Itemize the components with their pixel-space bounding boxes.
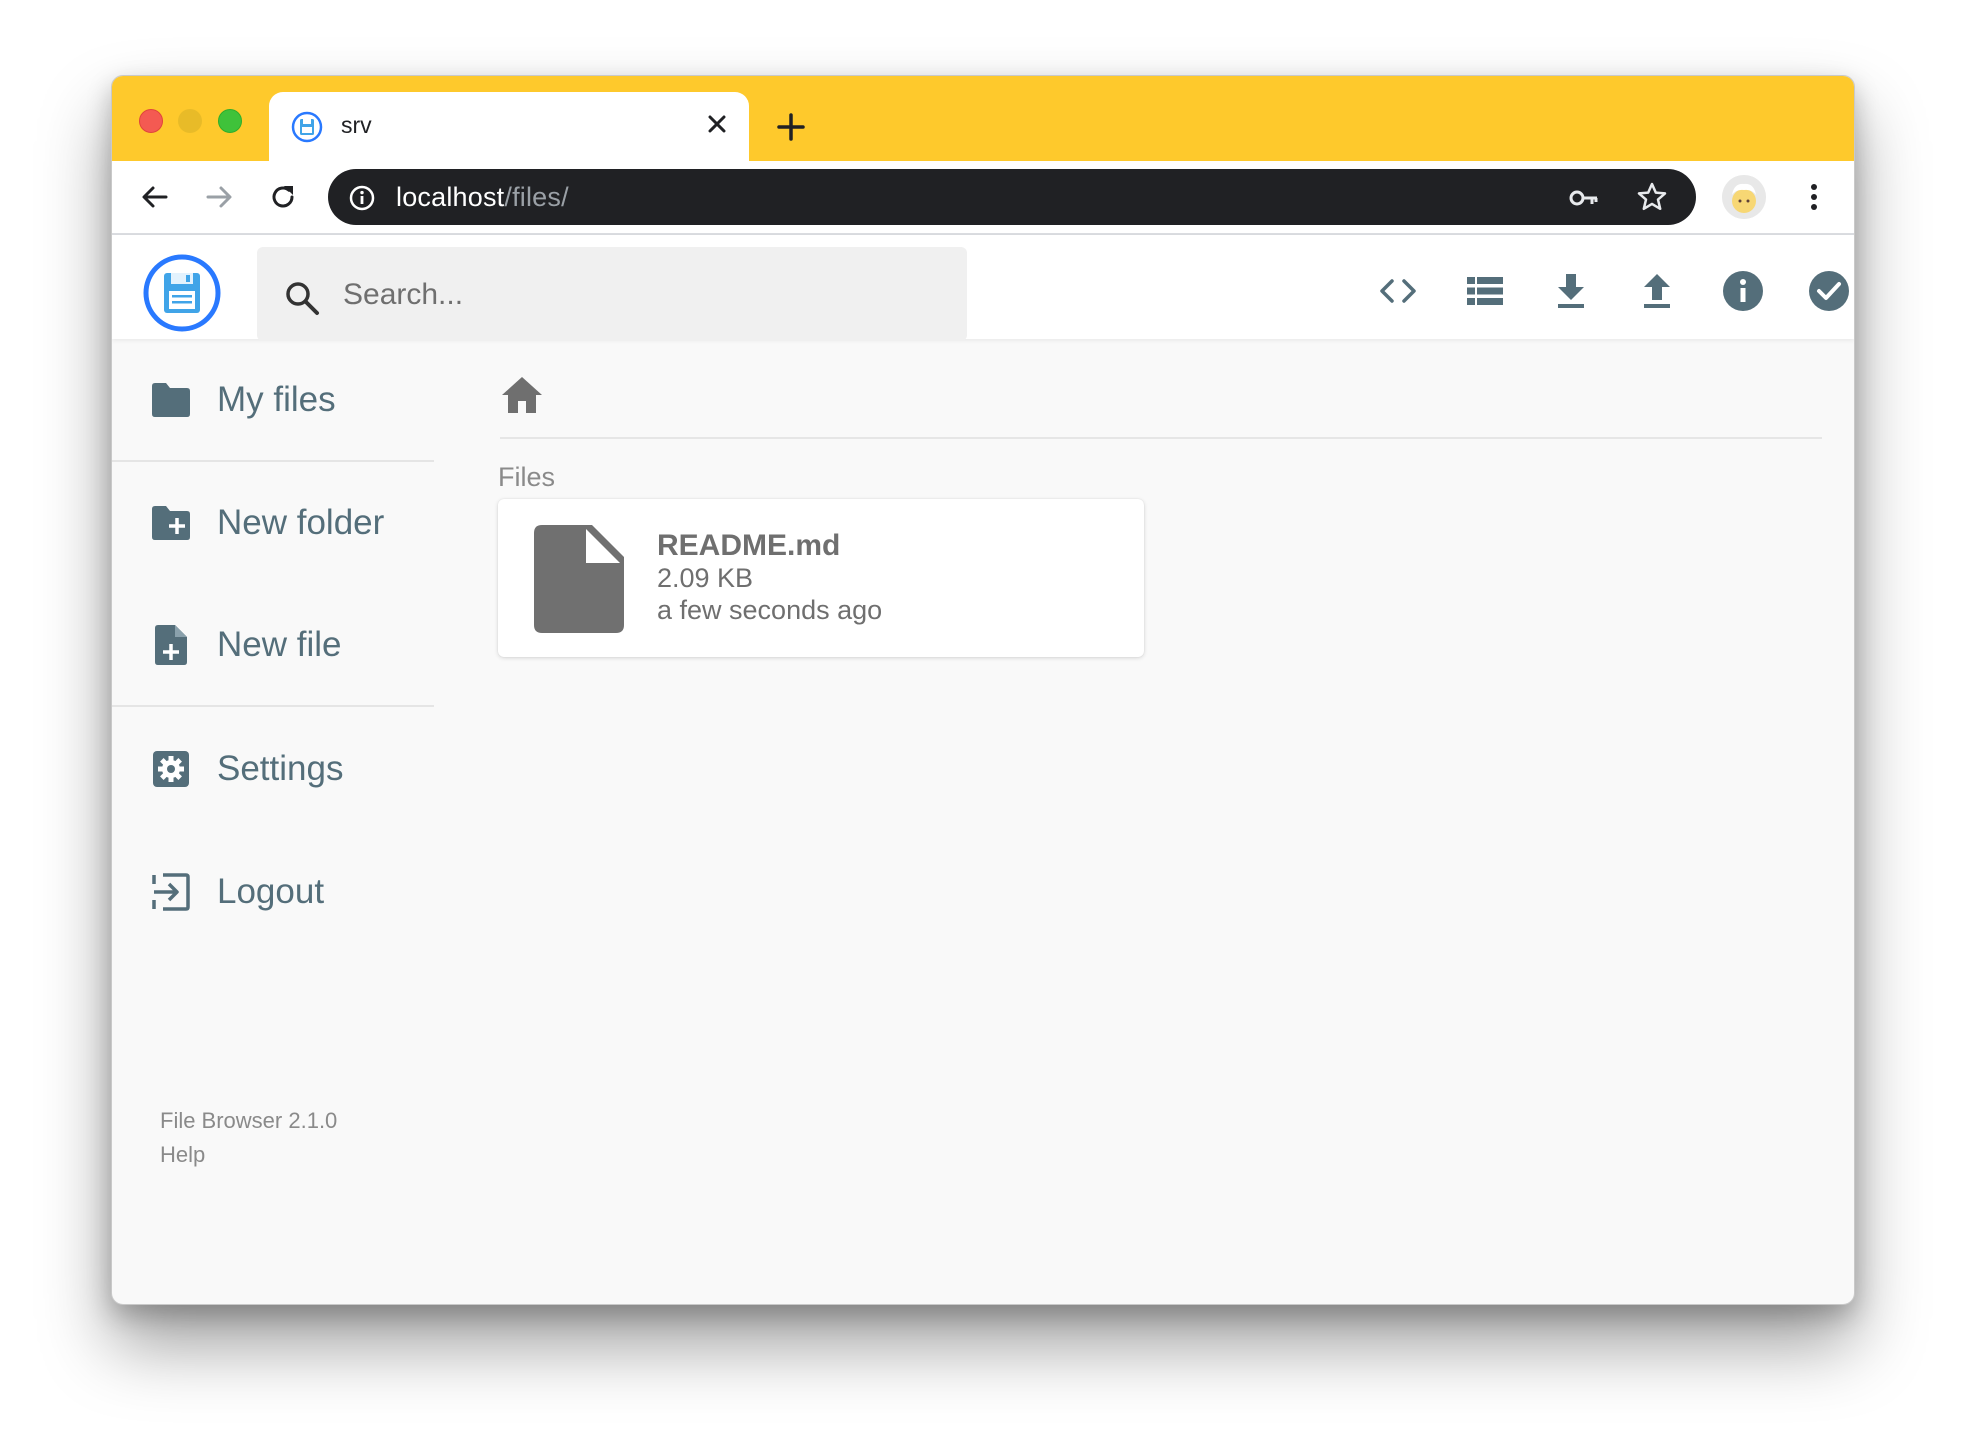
- search-icon: [286, 282, 319, 315]
- sidebar-item-label: Logout: [217, 872, 325, 911]
- sidebar-item-label: Settings: [217, 749, 344, 788]
- folder-icon: [150, 379, 192, 421]
- favicon-icon: [291, 111, 323, 143]
- browser-menu-button[interactable]: [1794, 177, 1834, 217]
- upload-icon: [1644, 274, 1670, 308]
- avatar-icon: [1722, 175, 1766, 219]
- settings-icon: [150, 748, 192, 790]
- url-text: localhost/files/: [396, 182, 569, 213]
- file-item[interactable]: README.md 2.09 KB a few seconds ago: [498, 499, 1144, 657]
- url-path: /files/: [504, 182, 569, 212]
- star-icon[interactable]: [1636, 181, 1668, 213]
- profile-avatar[interactable]: [1722, 175, 1766, 219]
- download-icon: [1558, 274, 1584, 308]
- maximize-window-button[interactable]: [218, 109, 242, 133]
- code-icon: [1380, 279, 1416, 303]
- tab-strip: srv: [112, 76, 1854, 161]
- breadcrumb: [500, 361, 1822, 439]
- minimize-window-button[interactable]: [178, 109, 202, 133]
- tab-title: srv: [341, 112, 372, 138]
- new-file-icon: [150, 624, 192, 666]
- home-icon[interactable]: [500, 373, 544, 417]
- help-link[interactable]: Help: [160, 1138, 337, 1172]
- info-button[interactable]: [1720, 268, 1766, 314]
- view-list-icon: [1467, 277, 1503, 305]
- browser-toolbar: localhost/files/: [112, 161, 1854, 235]
- info-icon[interactable]: [348, 184, 376, 212]
- forward-button[interactable]: [199, 177, 239, 217]
- reload-icon: [272, 186, 294, 208]
- browser-tab[interactable]: srv: [269, 92, 749, 161]
- file-size: 2.09 KB: [657, 563, 754, 593]
- address-bar[interactable]: localhost/files/: [328, 169, 1696, 225]
- version-link[interactable]: File Browser 2.1.0: [160, 1104, 337, 1138]
- download-button[interactable]: [1548, 268, 1594, 314]
- sidebar-divider: [112, 705, 434, 707]
- sidebar-divider: [112, 460, 434, 462]
- sidebar-item-new-folder[interactable]: New folder: [112, 483, 434, 563]
- filebrowser-logo-icon[interactable]: [142, 253, 222, 333]
- app-header: [112, 235, 1854, 341]
- arrow-right-icon: [206, 186, 232, 208]
- back-button[interactable]: [135, 177, 175, 217]
- credits: File Browser 2.1.0 Help: [160, 1104, 337, 1172]
- check-circle-icon: [1809, 271, 1849, 311]
- sidebar: My files New folder New file Settings Lo…: [112, 339, 434, 1304]
- search-input[interactable]: [341, 269, 945, 321]
- close-tab-icon[interactable]: [703, 110, 731, 138]
- sidebar-item-settings[interactable]: Settings: [112, 729, 434, 809]
- upload-button[interactable]: [1634, 268, 1680, 314]
- new-folder-icon: [150, 502, 192, 544]
- sidebar-item-my-files[interactable]: My files: [112, 360, 434, 440]
- search-box[interactable]: [257, 247, 967, 341]
- file-name: README.md: [657, 529, 841, 562]
- reload-button[interactable]: [263, 177, 303, 217]
- sidebar-item-label: My files: [217, 380, 336, 419]
- list-view-button[interactable]: [1462, 268, 1508, 314]
- key-icon[interactable]: [1568, 183, 1600, 213]
- file-modified: a few seconds ago: [657, 595, 883, 625]
- sidebar-item-new-file[interactable]: New file: [112, 605, 434, 685]
- file-icon: [534, 525, 624, 633]
- close-window-button[interactable]: [139, 109, 163, 133]
- more-vert-icon: [1811, 184, 1817, 210]
- section-title: Files: [498, 462, 556, 492]
- main-content: Files README.md 2.09 KB a few seconds ag…: [434, 339, 1854, 1304]
- new-tab-icon[interactable]: [774, 110, 808, 144]
- sidebar-item-label: New file: [217, 625, 342, 664]
- browser-window: srv localhost/files/ Search... My files …: [111, 75, 1855, 1305]
- code-view-button[interactable]: [1375, 268, 1421, 314]
- logout-icon: [150, 871, 192, 913]
- url-host: localhost: [396, 182, 505, 212]
- sidebar-item-label: New folder: [217, 503, 385, 542]
- arrow-left-icon: [142, 186, 168, 208]
- sidebar-item-logout[interactable]: Logout: [112, 852, 434, 932]
- select-button[interactable]: [1806, 268, 1852, 314]
- info-icon: [1723, 271, 1763, 311]
